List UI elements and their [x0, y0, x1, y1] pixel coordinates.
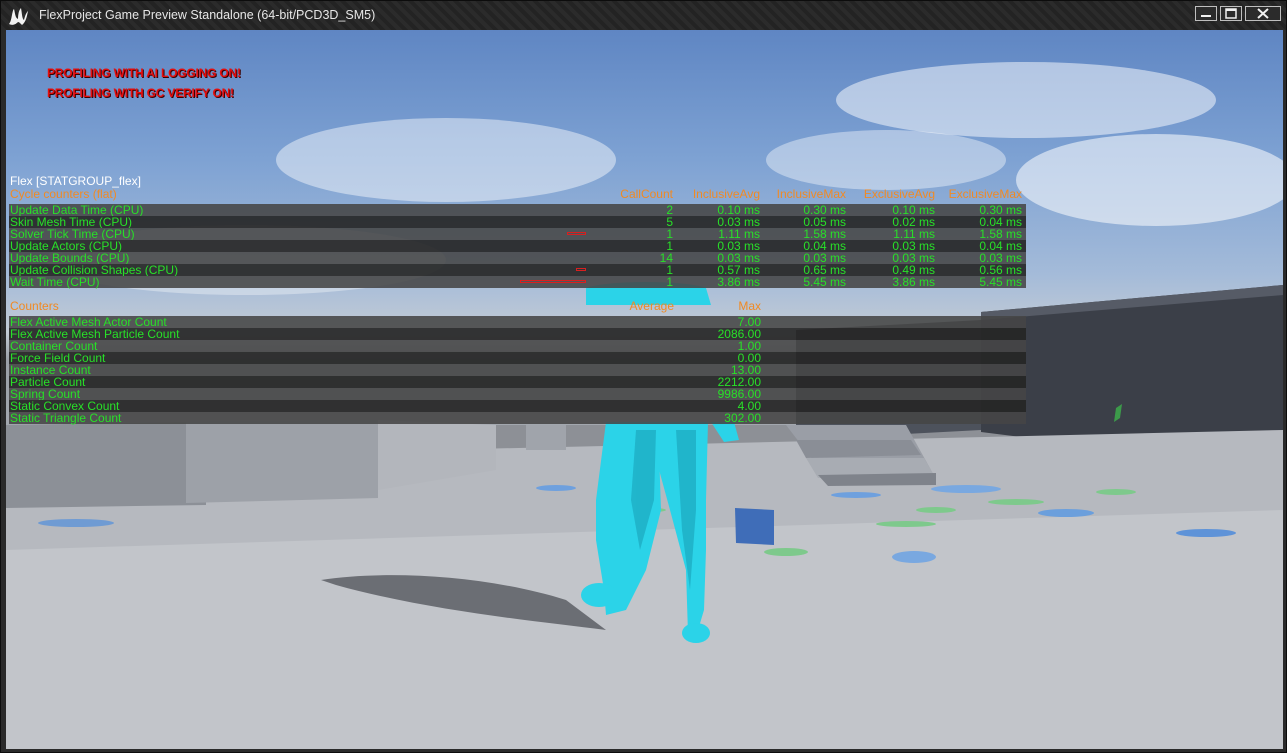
inclusive-max-cell: 5.45 ms: [803, 275, 846, 289]
callcount-cell: 1: [666, 263, 673, 277]
col-max: Max: [738, 299, 761, 313]
cycle-section-label: Cycle counters (flat): [10, 187, 117, 201]
table-row: [9, 388, 1026, 400]
title-bar[interactable]: FlexProject Game Preview Standalone (64-…: [1, 1, 1286, 30]
table-row: [9, 352, 1026, 364]
table-row: [9, 364, 1026, 376]
counter-max-cell: 302.00: [724, 411, 761, 425]
table-row: [9, 376, 1026, 388]
callcount-cell: 14: [659, 251, 673, 265]
callcount-cell: 1: [666, 227, 673, 241]
gc-verify-warning: PROFILING WITH GC VERIFY ON!: [47, 86, 234, 100]
minimize-icon: [1201, 15, 1211, 17]
unreal-engine-logo-icon: [9, 8, 28, 25]
exclusive-avg-cell: 3.86 ms: [892, 275, 935, 289]
table-row: [9, 400, 1026, 412]
col-average: Average: [629, 299, 674, 313]
col-inclusive-avg: InclusiveAvg: [692, 187, 760, 201]
window-title: FlexProject Game Preview Standalone (64-…: [39, 8, 376, 22]
callcount-cell: 1: [666, 275, 673, 289]
col-exclusive-avg: ExclusiveAvg: [863, 187, 935, 201]
inclusive-avg-cell: 3.86 ms: [717, 275, 760, 289]
col-inclusive-max: InclusiveMax: [776, 187, 846, 201]
callcount-cell: 5: [666, 215, 673, 229]
exclusive-max-cell: 5.45 ms: [979, 275, 1022, 289]
maximize-button[interactable]: [1220, 6, 1242, 21]
game-viewport[interactable]: PROFILING WITH AI LOGGING ON! PROFILING …: [6, 30, 1283, 749]
minimize-button[interactable]: [1195, 6, 1217, 21]
counter-name: Static Triangle Count: [10, 411, 122, 425]
callcount-cell: 2: [666, 203, 673, 217]
stat-name: Wait Time (CPU): [10, 275, 100, 289]
callcount-cell: 1: [666, 239, 673, 253]
table-row: [9, 412, 1026, 424]
col-callcount: CallCount: [620, 187, 673, 201]
close-button[interactable]: [1245, 6, 1281, 21]
table-row: [9, 340, 1026, 352]
maximize-icon: [1225, 8, 1237, 19]
close-icon: [1257, 8, 1269, 19]
stat-group-title: Flex [STATGROUP_flex]: [10, 174, 141, 188]
ai-logging-warning: PROFILING WITH AI LOGGING ON!: [47, 66, 241, 80]
col-exclusive-max: ExclusiveMax: [948, 187, 1022, 201]
game-window: FlexProject Game Preview Standalone (64-…: [0, 0, 1287, 753]
counters-section-label: Counters: [10, 299, 59, 313]
